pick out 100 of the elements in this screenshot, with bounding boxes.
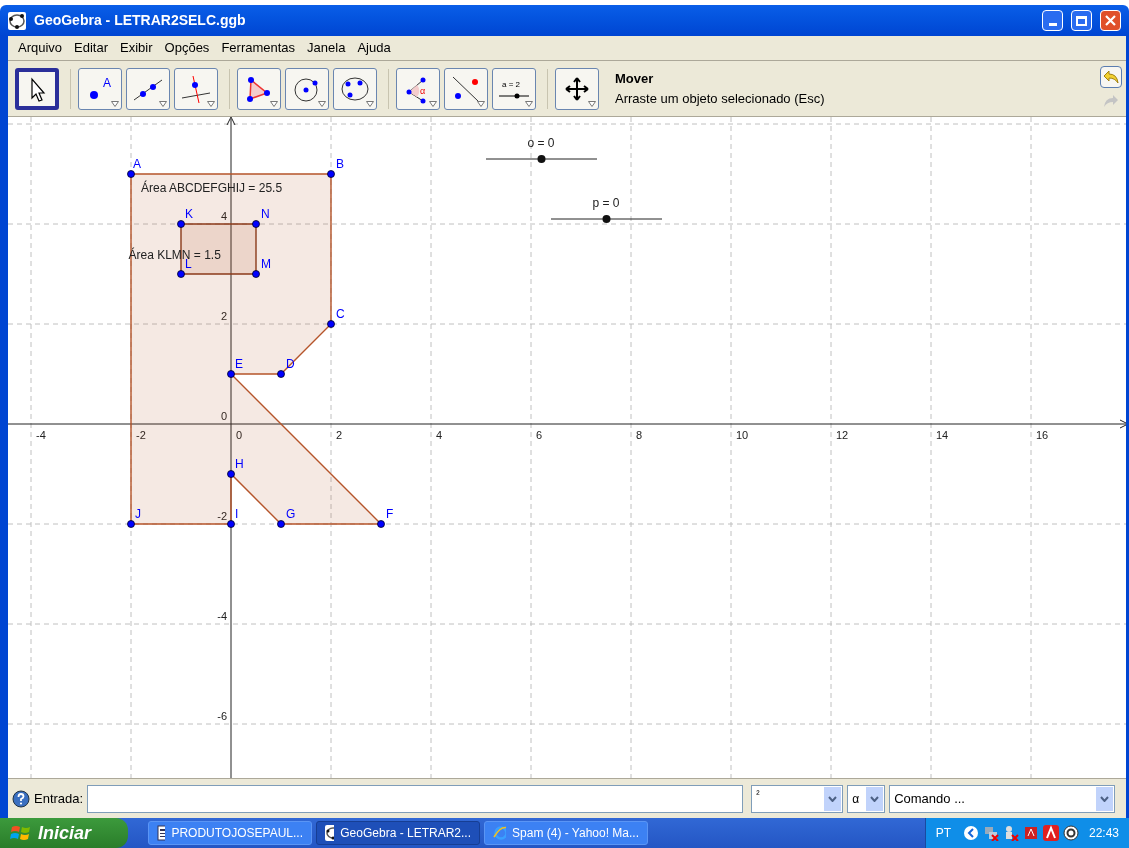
- input-label: Entrada:: [34, 789, 84, 808]
- tool-button[interactable]: A: [78, 67, 122, 110]
- close-icon: [1105, 15, 1116, 26]
- symbol-dropdown[interactable]: ²: [751, 784, 844, 813]
- point[interactable]: [277, 520, 285, 528]
- app-icon: [8, 11, 26, 30]
- x-tick-label: 4: [436, 429, 443, 441]
- undo-icon: [1103, 69, 1119, 84]
- chevron-down-icon: [1100, 795, 1110, 802]
- slider-label: p = 0: [592, 196, 620, 210]
- dropdown-triangle-icon: [270, 100, 278, 107]
- network-icon[interactable]: [982, 825, 999, 841]
- x-tick-label: 16: [1036, 429, 1049, 441]
- antivirus-icon[interactable]: [1042, 825, 1059, 841]
- point[interactable]: [227, 470, 235, 478]
- chevron-left-icon[interactable]: [962, 825, 979, 841]
- slider[interactable]: [485, 155, 598, 163]
- taskbar-button[interactable]: GeoGebra - LETRAR2...: [316, 821, 480, 845]
- point[interactable]: [327, 170, 335, 178]
- point-label: A: [133, 157, 141, 171]
- x-tick-label: 8: [636, 429, 643, 441]
- y-tick-label: -2: [217, 510, 227, 522]
- dropdown-triangle-icon: [429, 100, 437, 107]
- dropdown-triangle-icon: [366, 100, 374, 107]
- tool-button[interactable]: [333, 67, 377, 110]
- y-tick-label: -6: [217, 710, 227, 722]
- menu-item[interactable]: Ferramentas: [215, 38, 302, 58]
- slider-thumb[interactable]: [602, 215, 611, 223]
- minimize-button[interactable]: [1042, 10, 1063, 31]
- perpendicular-line-icon: [179, 73, 213, 104]
- area-label: Área ABCDEFGHIJ = 25.5: [141, 180, 283, 195]
- chevron-down-icon: [828, 795, 838, 802]
- start-button[interactable]: Iniciar: [0, 818, 128, 848]
- point-label: N: [261, 207, 270, 221]
- input-field[interactable]: [87, 784, 744, 813]
- dropdown-triangle-icon: [477, 100, 485, 107]
- browser-icon: [493, 825, 507, 841]
- point[interactable]: [127, 170, 135, 178]
- point[interactable]: [177, 270, 185, 278]
- y-tick-label: 2: [220, 310, 227, 322]
- window-title: GeoGebra - LETRAR2SELC.ggb: [34, 11, 247, 30]
- point-label: I: [235, 507, 239, 521]
- command-dropdown[interactable]: Comando ...: [889, 784, 1116, 813]
- slider-thumb[interactable]: [537, 155, 546, 163]
- point[interactable]: [227, 520, 235, 528]
- close-button[interactable]: [1100, 10, 1121, 31]
- point-label: M: [261, 257, 271, 271]
- taskbar-button[interactable]: Spam (4) - Yahoo! Ma...: [484, 821, 648, 845]
- clock: 22:43: [1088, 825, 1119, 842]
- greek-dropdown[interactable]: α: [847, 784, 886, 813]
- tool-button[interactable]: [15, 67, 59, 110]
- point[interactable]: [327, 320, 335, 328]
- maximize-button[interactable]: [1071, 10, 1092, 31]
- tool-button[interactable]: α: [396, 67, 440, 110]
- point[interactable]: [127, 520, 135, 528]
- point-label: H: [235, 457, 244, 471]
- y-tick-label: 0: [220, 410, 227, 422]
- ellipse-logo-icon: [325, 825, 335, 841]
- tool-button[interactable]: [126, 67, 170, 110]
- point-label: K: [185, 207, 193, 221]
- x-tick-label: 0: [236, 429, 243, 441]
- point[interactable]: [277, 370, 285, 378]
- x-tick-label: 6: [536, 429, 543, 441]
- dropdown-triangle-icon: [159, 100, 167, 107]
- dropdown-triangle-icon: [207, 100, 215, 107]
- x-tick-label: 10: [736, 429, 749, 441]
- help-icon[interactable]: [12, 789, 30, 808]
- menu-item[interactable]: Janela: [301, 38, 352, 58]
- menu-item[interactable]: Ajuda: [351, 38, 397, 58]
- dropdown-triangle-icon: [525, 100, 533, 107]
- x-tick-label: 14: [936, 429, 949, 441]
- menu-item[interactable]: Editar: [68, 38, 115, 58]
- point[interactable]: [227, 370, 235, 378]
- document-alert-icon[interactable]: [1022, 825, 1039, 841]
- tool-button[interactable]: [285, 67, 329, 110]
- tool-name: Mover: [615, 70, 655, 88]
- tool-button[interactable]: [237, 67, 281, 110]
- menu-item[interactable]: Opções: [158, 38, 216, 58]
- menu-item[interactable]: Exibir: [114, 38, 159, 58]
- taskbar-button[interactable]: PRODUTOJOSEPAUL...: [148, 821, 312, 845]
- point[interactable]: [252, 220, 260, 228]
- point-label: J: [135, 507, 141, 521]
- x-tick-label: -2: [136, 429, 146, 441]
- document-icon: [157, 825, 166, 841]
- point[interactable]: [377, 520, 385, 528]
- undo-button[interactable]: [1100, 65, 1122, 88]
- menu-item[interactable]: Arquivo: [12, 38, 69, 58]
- tool-button[interactable]: a = 2: [492, 67, 536, 110]
- slider[interactable]: [550, 215, 663, 223]
- tool-hint: Arraste um objeto selecionado (Esc): [615, 89, 826, 108]
- dropdown-triangle-icon: [318, 100, 326, 107]
- point-label: E: [235, 357, 243, 371]
- x-tick-label: 2: [336, 429, 343, 441]
- point[interactable]: [177, 220, 185, 228]
- circle-badge-icon[interactable]: [1062, 825, 1079, 841]
- tool-button[interactable]: [555, 67, 599, 110]
- dropdown-triangle-icon: [588, 100, 596, 107]
- slider-label: o = 0: [527, 136, 555, 150]
- point-label: B: [336, 157, 344, 171]
- point[interactable]: [252, 270, 260, 278]
